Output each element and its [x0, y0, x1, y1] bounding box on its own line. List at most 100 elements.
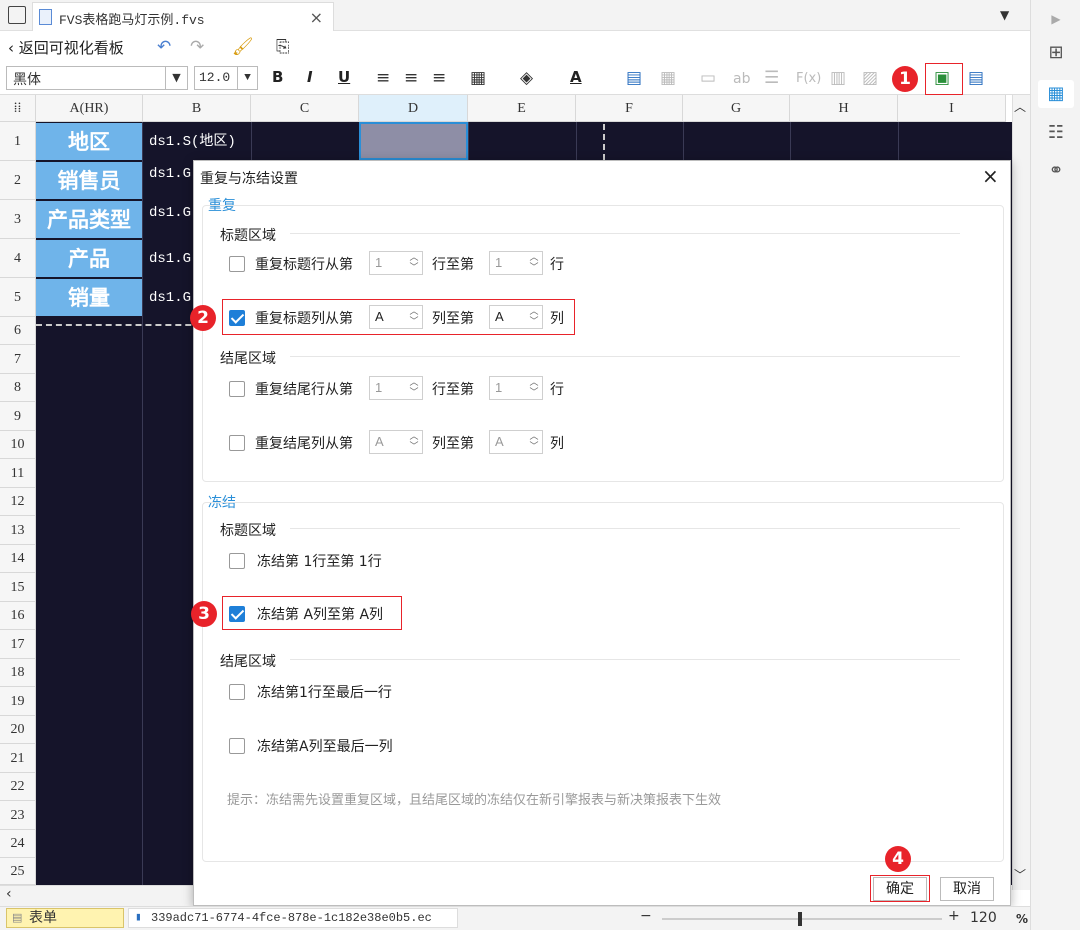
repeat-title-col-from[interactable]: A ︿ ﹀	[369, 305, 423, 329]
link-icon[interactable]: ⚭	[1044, 160, 1068, 182]
redo-icon[interactable]: ↷	[190, 37, 204, 57]
insert-line-icon[interactable]: ▭	[700, 68, 716, 88]
freeze-tail-row-checkbox[interactable]	[229, 684, 245, 700]
repeat-tail-col-to[interactable]: A ︿ ﹀	[489, 430, 543, 454]
column-header[interactable]: C	[251, 95, 359, 122]
row-header[interactable]: 11	[0, 459, 36, 488]
selected-cell-d1[interactable]	[359, 122, 468, 160]
spinner-arrows-icon[interactable]: ︿ ﹀	[526, 306, 542, 328]
sheet-tab[interactable]: ▤ 表单	[6, 908, 124, 928]
app-menu-icon[interactable]	[8, 6, 26, 24]
repeat-title-row-checkbox[interactable]	[229, 256, 245, 272]
row-header[interactable]: 6	[0, 317, 36, 345]
column-header[interactable]: I	[898, 95, 1006, 122]
back-button[interactable]: ‹ 返回可视化看板	[8, 37, 124, 58]
column-header[interactable]: F	[576, 95, 683, 122]
repeat-freeze-settings-icon[interactable]: ▣	[934, 68, 950, 88]
row-header[interactable]: 24	[0, 830, 36, 858]
column-header[interactable]: G	[683, 95, 790, 122]
underline-button[interactable]: U	[338, 68, 350, 86]
row-header[interactable]: 18	[0, 659, 36, 687]
data-file-tab[interactable]: ▮ 339adc71-6774-4fce-878e-1c182e38e0b5.ec	[128, 908, 458, 928]
spinner-arrows-icon[interactable]: ︿ ﹀	[406, 306, 422, 328]
row-header[interactable]: 7	[0, 345, 36, 374]
insert-text-icon[interactable]: ab	[733, 69, 750, 89]
layout-icon[interactable]: ⊞	[1044, 42, 1068, 64]
close-icon[interactable]: ×	[310, 8, 323, 27]
cell-attributes-icon[interactable]: ▦	[1038, 80, 1074, 108]
align-center-icon[interactable]: ≡	[404, 68, 418, 88]
cell-a2[interactable]: 销售员	[36, 162, 142, 200]
report-settings-icon[interactable]: ▤	[968, 68, 984, 88]
corner-cell[interactable]: ⁞⁞	[0, 95, 36, 122]
column-header[interactable]: E	[468, 95, 576, 122]
row-header[interactable]: 14	[0, 545, 36, 573]
row-header[interactable]: 9	[0, 402, 36, 431]
spinner-arrows-icon[interactable]: ︿ ﹀	[406, 431, 422, 453]
cell-a3[interactable]: 产品类型	[36, 201, 142, 239]
chevron-left-icon[interactable]: ‹	[6, 886, 12, 902]
repeat-title-col-to[interactable]: A ︿ ﹀	[489, 305, 543, 329]
row-header[interactable]: 10	[0, 431, 36, 459]
cancel-button[interactable]: 取消	[940, 877, 994, 901]
zoom-in-button[interactable]: +	[948, 908, 960, 924]
bold-button[interactable]: B	[272, 68, 283, 86]
insert-chart-icon[interactable]: ▤	[626, 68, 642, 88]
widget-settings-icon[interactable]: ☷	[1044, 122, 1068, 144]
border-icon[interactable]: ▦	[470, 68, 486, 88]
freeze-tail-col-checkbox[interactable]	[229, 738, 245, 754]
spinner-arrows-icon[interactable]: ︿ ﹀	[526, 431, 542, 453]
row-header[interactable]: 19	[0, 687, 36, 716]
row-header[interactable]: 13	[0, 516, 36, 545]
chevron-up-icon[interactable]: ︿	[1014, 98, 1026, 115]
row-header[interactable]: 21	[0, 744, 36, 773]
zoom-out-button[interactable]: −	[640, 908, 652, 924]
column-header[interactable]: D	[359, 95, 468, 122]
freeze-row-checkbox[interactable]	[229, 553, 245, 569]
undo-icon[interactable]: ↶	[157, 37, 171, 57]
repeat-title-col-checkbox[interactable]	[229, 310, 245, 326]
tab-menu-icon[interactable]: ▼	[1000, 8, 1009, 22]
font-size-select[interactable]: 12.0 ▼	[194, 66, 258, 90]
spinner-arrows-icon[interactable]: ︿ ﹀	[406, 252, 422, 274]
row-header[interactable]: 23	[0, 801, 36, 830]
spinner-arrows-icon[interactable]: ︿ ﹀	[406, 377, 422, 399]
chevron-down-icon[interactable]: ﹀	[1014, 866, 1026, 883]
format-painter-icon[interactable]: 🖌	[232, 37, 254, 57]
insert-image-icon[interactable]: ▨	[862, 68, 878, 88]
file-tab[interactable]: FVS表格跑马灯示例.fvs ×	[32, 2, 334, 31]
zoom-level[interactable]: 120	[970, 910, 997, 926]
vertical-scrollbar[interactable]	[1012, 95, 1030, 890]
row-header[interactable]: 3	[0, 200, 36, 239]
fill-color-icon[interactable]: ◈	[520, 68, 533, 88]
preview-icon[interactable]: ⎘	[276, 37, 290, 57]
font-color-button[interactable]: A	[570, 68, 582, 86]
row-header[interactable]: 1	[0, 122, 36, 161]
repeat-tail-row-to[interactable]: 1 ︿ ﹀	[489, 376, 543, 400]
spinner-arrows-icon[interactable]: ︿ ﹀	[526, 252, 542, 274]
cell-a5[interactable]: 销量	[36, 279, 142, 317]
freeze-col-checkbox[interactable]	[229, 606, 245, 622]
row-header[interactable]: 17	[0, 630, 36, 659]
row-header[interactable]: 22	[0, 773, 36, 801]
insert-formula-icon[interactable]: F(x)	[796, 69, 821, 89]
horizontal-scrollbar[interactable]: ‹	[0, 885, 193, 906]
row-header[interactable]: 12	[0, 488, 36, 516]
repeat-tail-row-from[interactable]: 1 ︿ ﹀	[369, 376, 423, 400]
row-header[interactable]: 8	[0, 374, 36, 402]
zoom-slider[interactable]	[662, 918, 942, 920]
repeat-title-row-to[interactable]: 1 ︿ ﹀	[489, 251, 543, 275]
ok-button[interactable]: 确定	[873, 877, 927, 901]
row-header[interactable]: 25	[0, 858, 36, 885]
spinner-arrows-icon[interactable]: ︿ ﹀	[526, 377, 542, 399]
cell-a4[interactable]: 产品	[36, 240, 142, 278]
align-right-icon[interactable]: ≡	[432, 68, 446, 88]
repeat-tail-col-checkbox[interactable]	[229, 435, 245, 451]
repeat-tail-col-from[interactable]: A ︿ ﹀	[369, 430, 423, 454]
repeat-title-row-from[interactable]: 1 ︿ ﹀	[369, 251, 423, 275]
collapse-arrow-icon[interactable]: ▶	[1044, 8, 1068, 30]
font-family-select[interactable]: 黑体 ▼	[6, 66, 188, 90]
dialog-close-icon[interactable]: ×	[982, 164, 999, 188]
row-header[interactable]: 16	[0, 602, 36, 630]
zoom-slider-handle[interactable]	[798, 912, 802, 926]
